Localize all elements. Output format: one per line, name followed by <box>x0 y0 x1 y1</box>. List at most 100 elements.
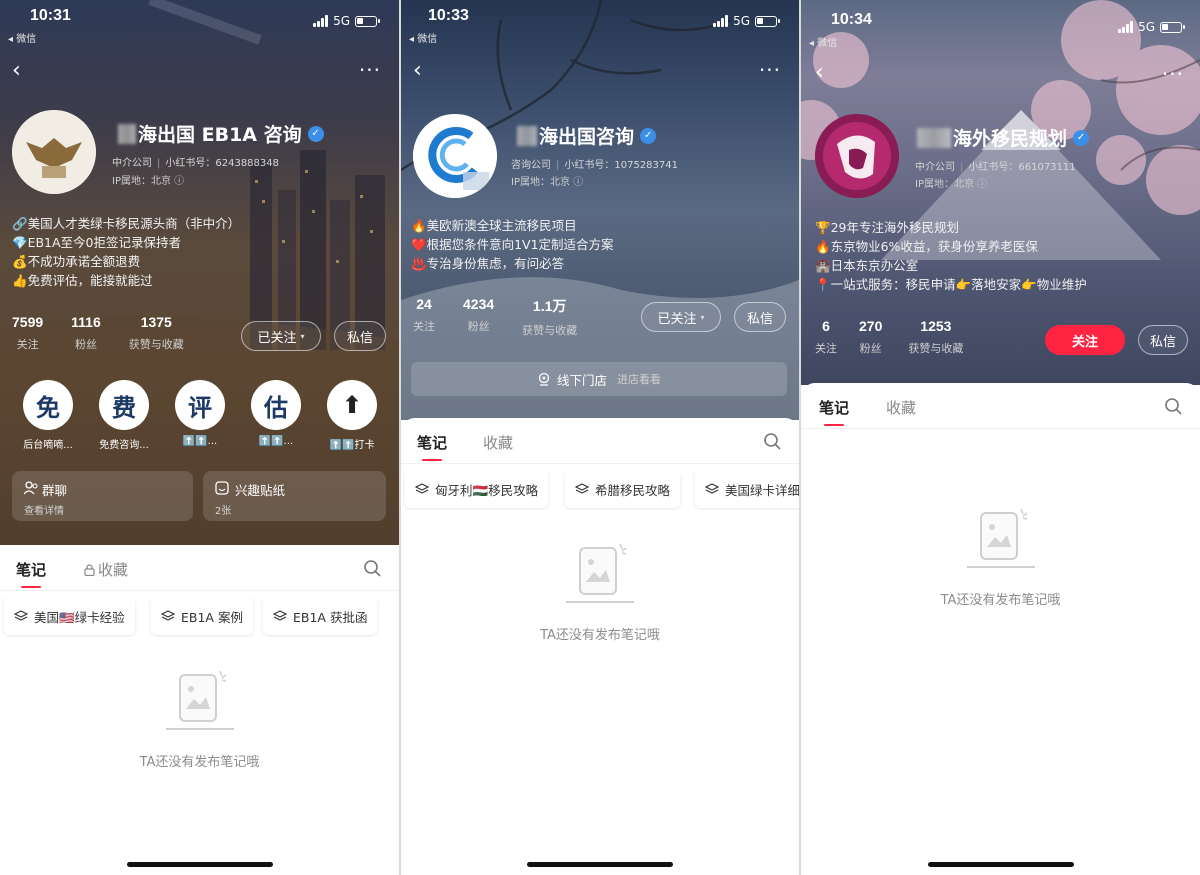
avatar[interactable] <box>12 110 96 194</box>
chip[interactable]: 美国🇺🇸绿卡经验 <box>4 597 135 635</box>
wave-logo-icon <box>413 114 497 198</box>
highlight-item[interactable]: 评 ⬆️⬆️... <box>162 380 238 451</box>
stat-likes[interactable]: 1.1万 获赞与收藏 <box>522 296 577 338</box>
layers-icon <box>161 610 175 621</box>
home-indicator[interactable] <box>527 862 673 867</box>
chip[interactable]: EB1A 获批函 <box>263 597 378 635</box>
status-time: 10:34 <box>831 11 872 28</box>
search-icon[interactable] <box>763 432 781 450</box>
profile-stats: 24 关注 4234 粉丝 1.1万 获赞与收藏 <box>413 296 605 338</box>
back-to-wechat-link[interactable]: ◂ 微信 <box>8 30 36 45</box>
bio-line: 💎EB1A至今0拒签记录保持者 <box>12 235 181 250</box>
bio-line: 👍免费评估，能接就能过 <box>12 273 153 288</box>
profile-name: 海外移民规划 ✓ <box>917 124 1090 151</box>
following-button[interactable]: 已关注 ▾ <box>641 302 721 332</box>
profile-bio: 🔥美欧新澳全球主流移民项目 ❤️根据您条件意向1V1定制适合方案 ♨️专治身份焦… <box>411 216 614 273</box>
highlight-item[interactable]: 免后台嘀嘀... <box>10 380 86 451</box>
stat-followers[interactable]: 270 粉丝 <box>859 318 882 356</box>
empty-notes-icon <box>966 508 1035 568</box>
stat-likes[interactable]: 1253 获赞与收藏 <box>908 318 963 356</box>
chip[interactable]: 美国绿卡详细 <box>695 470 799 508</box>
avatar[interactable] <box>815 114 899 198</box>
following-button[interactable]: 已关注 ▾ <box>241 321 321 351</box>
offline-store-bar[interactable]: 线下门店 进店看看 <box>411 362 787 396</box>
back-arrow-icon[interactable]: ‹ <box>413 58 422 83</box>
content-sheet: 笔记 收藏 美国🇺🇸绿卡经验 EB1A 案例 EB1A 获批函 TA还没有发布笔… <box>0 545 399 875</box>
account-id: 小红书号：661073111 <box>968 162 1076 173</box>
layers-icon <box>273 610 287 621</box>
chip[interactable]: EB1A 案例 <box>151 597 253 635</box>
empty-state: TA还没有发布笔记哦 <box>0 669 399 770</box>
empty-state-text: TA还没有发布笔记哦 <box>139 755 260 770</box>
blurred-name-prefix <box>917 127 951 148</box>
info-icon[interactable]: ⓘ <box>174 176 184 187</box>
phone-screen-3: 10:34 ◂ 微信 5G ‹ ··· 海外移民规划 ✓ 中介公司 | 小红书号：6… <box>801 0 1200 875</box>
stat-followers[interactable]: 4234 粉丝 <box>463 296 494 338</box>
sticker-icon <box>215 481 229 495</box>
sticker-panel[interactable]: 兴趣贴纸 2张 <box>203 471 386 521</box>
bio-line: 💰不成功承诺全额退费 <box>12 254 141 269</box>
store-sub-label: 进店看看 <box>617 373 661 386</box>
tab-notes[interactable]: 笔记 <box>417 432 447 461</box>
profile-name: 海出国 EB1A 咨询 ✓ <box>118 120 324 147</box>
more-options-icon[interactable]: ··· <box>759 58 781 82</box>
message-button[interactable]: 私信 <box>334 321 386 351</box>
eagle-logo-icon <box>12 110 96 194</box>
panel-title: 群聊 <box>42 483 68 498</box>
account-type: 中介公司 <box>915 162 955 173</box>
verified-badge-icon: ✓ <box>640 127 657 144</box>
back-arrow-icon[interactable]: ‹ <box>12 58 21 83</box>
blurred-name-prefix <box>517 125 537 146</box>
stat-following[interactable]: 24 关注 <box>413 296 435 338</box>
tab-collections[interactable]: 收藏 <box>886 397 916 418</box>
tab-collections[interactable]: 收藏 <box>84 559 128 580</box>
panel-title: 兴趣贴纸 <box>235 483 286 498</box>
profile-bio: 🔗美国人才类绿卡移民源头商（非中介） 💎EB1A至今0拒签记录保持者 💰不成功承… <box>12 214 240 290</box>
more-options-icon[interactable]: ··· <box>1162 62 1184 86</box>
ip-location: IP属地：北京 ⓘ <box>511 177 584 188</box>
follow-button[interactable]: 关注 <box>1045 325 1125 355</box>
stat-likes[interactable]: 1375 获赞与收藏 <box>129 314 184 352</box>
tab-collections[interactable]: 收藏 <box>483 432 513 453</box>
profile-meta: 中介公司 | 小红书号：6243888348 <box>112 158 279 169</box>
bio-line: 📍一站式服务：移民申请👉落地安家👉物业维护 <box>815 277 1087 292</box>
stat-followers[interactable]: 1116 粉丝 <box>71 314 101 352</box>
network-label: 5G <box>333 14 350 28</box>
stat-following[interactable]: 7599 关注 <box>12 314 43 352</box>
tab-notes[interactable]: 笔记 <box>16 559 46 588</box>
back-to-wechat-link[interactable]: ◂ 微信 <box>409 30 437 45</box>
back-arrow-icon[interactable]: ‹ <box>815 60 824 85</box>
search-icon[interactable] <box>1164 397 1182 415</box>
more-options-icon[interactable]: ··· <box>359 58 381 82</box>
bio-line: 🔗美国人才类绿卡移民源头商（非中介） <box>12 216 241 231</box>
back-to-wechat-link[interactable]: ◂ 微信 <box>809 34 837 49</box>
chip[interactable]: 匈牙利🇭🇺移民攻略 <box>405 470 549 508</box>
collection-chips: 匈牙利🇭🇺移民攻略 希腊移民攻略 美国绿卡详细 <box>401 470 799 510</box>
tab-notes[interactable]: 笔记 <box>819 397 849 426</box>
message-button[interactable]: 私信 <box>734 302 786 332</box>
highlight-item[interactable]: 估 ⬆️⬆️... <box>238 380 314 451</box>
empty-notes-icon <box>566 543 634 603</box>
layers-icon <box>14 610 28 621</box>
search-icon[interactable] <box>363 559 381 577</box>
highlight-item[interactable]: 费免费咨询... <box>86 380 162 451</box>
info-icon[interactable]: ⓘ <box>573 177 583 188</box>
profile-stats: 6 关注 270 粉丝 1253 获赞与收藏 <box>815 318 991 356</box>
stat-following[interactable]: 6 关注 <box>815 318 837 356</box>
home-indicator[interactable] <box>126 862 273 867</box>
group-chat-panel[interactable]: 群聊 查看详情 <box>12 471 193 521</box>
message-button[interactable]: 私信 <box>1138 325 1188 355</box>
signal-icon <box>313 15 329 27</box>
status-time: 10:31 <box>30 7 71 24</box>
info-icon[interactable]: ⓘ <box>977 179 987 190</box>
home-indicator[interactable] <box>927 862 1074 867</box>
bio-line: 🏆29年专注海外移民规划 <box>815 220 959 235</box>
store-pin-icon <box>538 372 550 386</box>
status-bar: 10:31 ◂ 微信 5G <box>0 0 399 45</box>
empty-state-text: TA还没有发布笔记哦 <box>540 628 660 643</box>
panel-subtitle: 查看详情 <box>24 506 64 517</box>
avatar[interactable] <box>413 114 497 198</box>
chip[interactable]: 希腊移民攻略 <box>565 470 681 508</box>
tab-bar: 笔记 收藏 <box>401 418 799 464</box>
highlight-item[interactable]: ⬆ ⬆️⬆️打卡 <box>314 380 390 451</box>
